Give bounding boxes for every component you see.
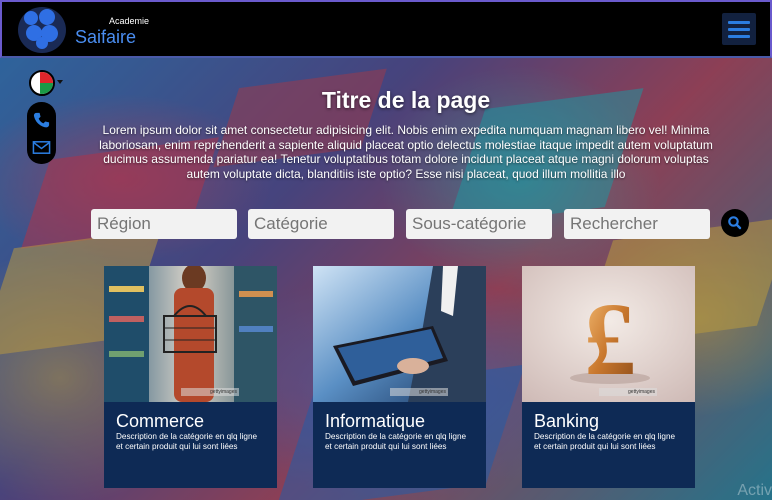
- informatique-image: gettyimages: [313, 266, 486, 402]
- category-card-banking[interactable]: £ gettyimages Banking Description de la …: [522, 266, 695, 488]
- card-title: Banking: [534, 411, 600, 431]
- logo-icon[interactable]: [18, 7, 66, 53]
- brand-name[interactable]: Saifaire: [75, 27, 136, 48]
- chevron-down-icon[interactable]: [57, 80, 63, 84]
- commerce-image: gettyimages: [104, 266, 277, 402]
- watermark-text: gettyimages: [419, 389, 446, 395]
- activate-windows-text: Activ: [737, 482, 772, 499]
- top-navbar: Academie Saifaire: [0, 0, 772, 58]
- svg-text:£: £: [584, 282, 636, 397]
- category-card-commerce[interactable]: gettyimages Commerce Description de la c…: [104, 266, 277, 488]
- card-description: Description de la catégorie en qlq ligne…: [116, 432, 258, 452]
- category-field[interactable]: [248, 209, 394, 239]
- watermark-text: gettyimages: [628, 389, 655, 395]
- card-description: Description de la catégorie en qlq ligne…: [325, 432, 467, 452]
- hamburger-menu-icon[interactable]: [722, 13, 756, 45]
- banking-image: £ gettyimages: [522, 266, 695, 402]
- card-description: Description de la catégorie en qlq ligne…: [534, 432, 676, 452]
- mail-icon[interactable]: [32, 138, 51, 157]
- subcategory-field[interactable]: [406, 209, 552, 239]
- card-title: Commerce: [116, 411, 205, 431]
- page-title: Titre de la page: [321, 87, 491, 113]
- search-button[interactable]: [721, 209, 749, 237]
- search-input[interactable]: [564, 209, 710, 239]
- category-card-informatique[interactable]: gettyimages Informatique Description de …: [313, 266, 486, 488]
- region-field[interactable]: [91, 209, 237, 239]
- intro-paragraph: Lorem ipsum dolor sit amet consectetur a…: [99, 123, 713, 181]
- watermark-text: gettyimages: [210, 389, 237, 395]
- search-icon: [728, 216, 742, 230]
- card-title: Informatique: [325, 411, 426, 431]
- brand-subtitle: Academie: [109, 16, 150, 26]
